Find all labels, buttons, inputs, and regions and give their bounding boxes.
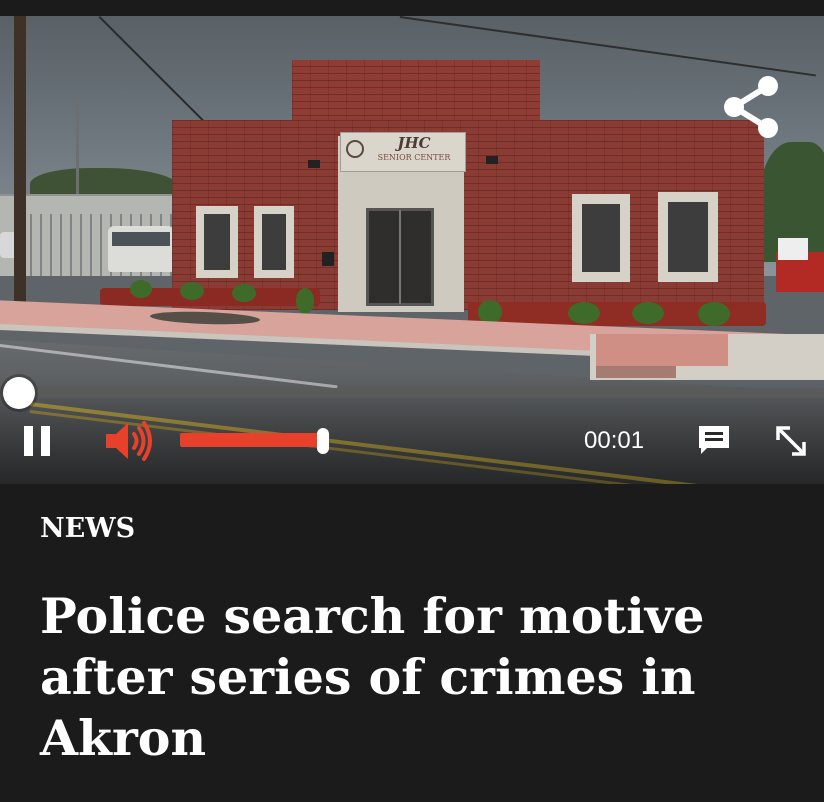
van-window	[112, 232, 170, 246]
window-glass	[582, 204, 620, 272]
progress-handle[interactable]	[3, 377, 35, 409]
mailbox	[322, 252, 334, 266]
building-sign-subtitle: SENIOR CENTER	[377, 153, 451, 162]
building-sign-title: JHC	[397, 134, 431, 152]
volume-button[interactable]	[104, 420, 156, 462]
wall-lamp	[486, 156, 498, 164]
captions-button[interactable]	[697, 424, 731, 456]
bush	[232, 284, 256, 302]
wall-lamp	[308, 160, 320, 168]
page: JHC SENIOR CENTER 00:01 NEWS Police sear…	[0, 0, 824, 802]
bush	[632, 302, 664, 324]
bush	[698, 302, 730, 326]
window-glass	[668, 202, 708, 272]
pause-button[interactable]	[22, 424, 56, 458]
video-player[interactable]: JHC SENIOR CENTER	[0, 16, 824, 484]
bush	[180, 282, 204, 300]
section-label[interactable]: NEWS	[40, 512, 135, 546]
captions-icon	[699, 426, 729, 454]
fullscreen-button[interactable]	[772, 422, 810, 460]
bush	[568, 302, 600, 324]
volume-handle[interactable]	[316, 428, 329, 454]
time-display: 00:01	[584, 427, 645, 454]
sign-logo	[346, 140, 364, 158]
bush	[296, 288, 314, 314]
volume-icon	[106, 421, 152, 461]
top-strip	[0, 0, 824, 16]
bush	[130, 280, 152, 298]
street-sign	[778, 238, 808, 260]
door-split	[399, 210, 401, 304]
share-icon	[724, 76, 778, 138]
curb-ramp	[596, 334, 728, 366]
share-button[interactable]	[720, 74, 782, 140]
volume-level	[180, 433, 323, 447]
utility-pole	[14, 16, 26, 304]
window-glass	[262, 214, 286, 270]
progress-track[interactable]	[0, 388, 824, 398]
headline[interactable]: Police search for motive after series of…	[40, 586, 780, 769]
window-glass	[204, 214, 230, 270]
fullscreen-icon	[776, 426, 806, 456]
bush	[478, 300, 502, 324]
antenna-tower	[76, 98, 79, 206]
